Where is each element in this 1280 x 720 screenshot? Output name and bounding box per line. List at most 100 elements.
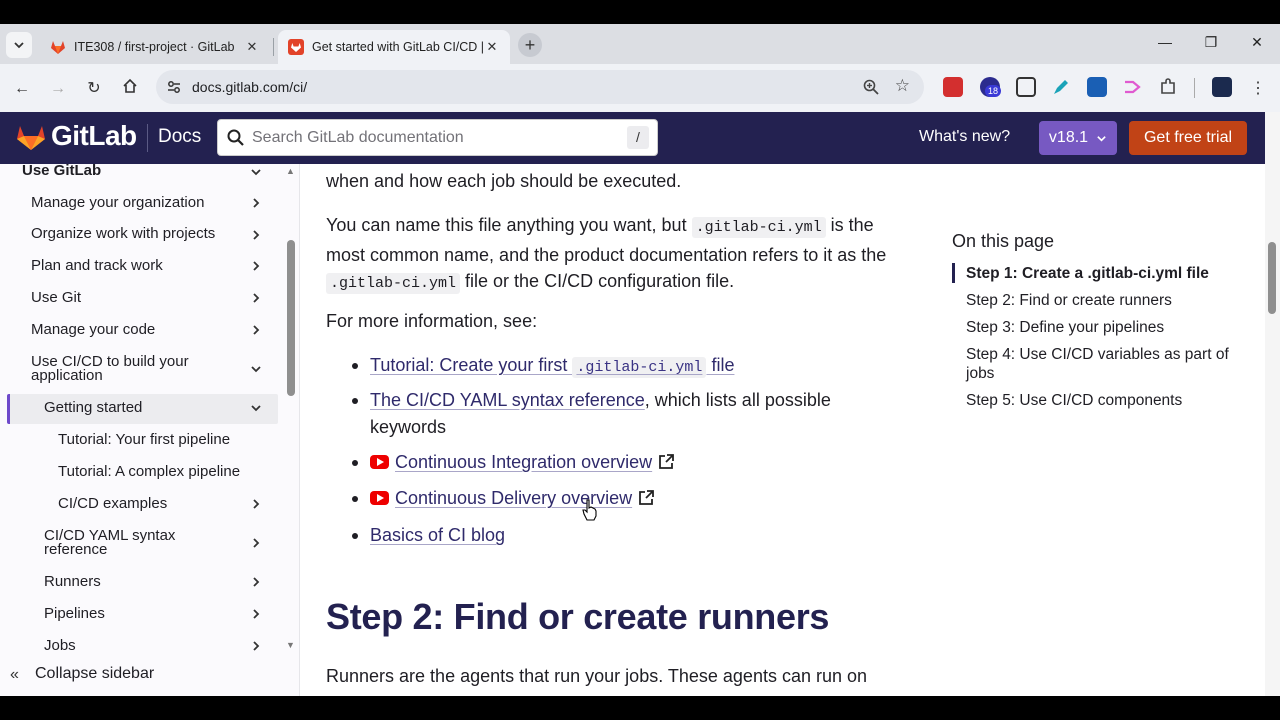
forward-icon[interactable]: → bbox=[47, 78, 69, 100]
version-dropdown[interactable]: v18.1 bbox=[1039, 121, 1117, 155]
chevron-down-icon[interactable] bbox=[250, 402, 262, 414]
puzzle-glyph bbox=[1161, 78, 1175, 94]
docs-home-link[interactable]: Docs bbox=[158, 126, 201, 148]
docs-content: when and how each job should be executed… bbox=[300, 164, 1265, 696]
text: You can name this file anything you want… bbox=[326, 215, 692, 235]
paragraph: when and how each job should be executed… bbox=[326, 171, 682, 191]
chevron-down-icon[interactable] bbox=[250, 166, 262, 178]
close-tab-icon[interactable]: ✕ bbox=[244, 39, 260, 55]
restore-button[interactable]: ❐ bbox=[1196, 34, 1226, 51]
paragraph: You can name this file anything you want… bbox=[326, 212, 926, 298]
close-tab-icon[interactable]: ✕ bbox=[484, 39, 500, 55]
youtube-icon bbox=[370, 455, 389, 469]
list-item: Basics of CI blog bbox=[370, 522, 505, 549]
text: keywords bbox=[370, 416, 447, 437]
sidebar-item-getting-started[interactable]: Getting started bbox=[44, 400, 142, 415]
list-item: The CI/CD YAML syntax reference, which l… bbox=[370, 387, 890, 440]
terminal-extension-icon[interactable] bbox=[1212, 77, 1232, 97]
sidebar-item-plan-track[interactable]: Plan and track work bbox=[31, 258, 163, 273]
extensions-puzzle-icon[interactable] bbox=[1158, 77, 1178, 97]
sidebar-item-cicd-examples[interactable]: CI/CD examples bbox=[58, 496, 167, 511]
whats-new-link[interactable]: What's new? bbox=[919, 128, 1010, 146]
new-tab-button[interactable]: + bbox=[518, 33, 542, 57]
toc-item-step5[interactable]: Step 5: Use CI/CD components bbox=[966, 391, 1236, 410]
sidebar-item-organize-work[interactable]: Organize work with projects bbox=[31, 226, 215, 241]
chevron-right-icon[interactable] bbox=[250, 260, 262, 272]
toc-item-step3[interactable]: Step 3: Define your pipelines bbox=[966, 318, 1236, 337]
list-item: Continuous Integration overview bbox=[370, 449, 675, 476]
sidebar-item-jobs[interactable]: Jobs bbox=[44, 638, 76, 653]
yaml-reference-link[interactable]: The CI/CD YAML syntax reference bbox=[370, 390, 645, 410]
chevron-right-icon[interactable] bbox=[250, 498, 262, 510]
tab-gitlab-project[interactable]: ITE308 / first-project · GitLab ✕ bbox=[40, 30, 274, 64]
reload-icon[interactable]: ↻ bbox=[83, 78, 105, 100]
section-heading: Step 2: Find or create runners bbox=[326, 596, 830, 637]
tab-strip: ITE308 / first-project · GitLab ✕ Get st… bbox=[0, 24, 1280, 64]
site-settings-icon[interactable] bbox=[166, 79, 182, 95]
bookmark-star-icon[interactable]: ☆ bbox=[895, 76, 910, 96]
arrow-extension-icon[interactable] bbox=[1122, 77, 1142, 97]
external-link-icon bbox=[659, 454, 675, 469]
pdf-extension-icon[interactable] bbox=[943, 77, 963, 97]
minimize-button[interactable]: — bbox=[1150, 34, 1180, 50]
sidebar-item-use-gitlab[interactable]: Use GitLab bbox=[22, 164, 101, 178]
tool-extension-icon[interactable] bbox=[1087, 77, 1107, 97]
chevron-right-icon[interactable] bbox=[250, 197, 262, 209]
scroll-up-arrow-icon[interactable]: ▲ bbox=[286, 166, 295, 176]
scroll-down-arrow-icon[interactable]: ▼ bbox=[286, 640, 295, 650]
tab-gitlab-docs[interactable]: Get started with GitLab CI/CD | ✕ bbox=[278, 30, 510, 64]
text: , which lists all possible bbox=[644, 390, 831, 410]
docs-search-box[interactable]: / bbox=[217, 119, 658, 156]
chevron-right-icon[interactable] bbox=[250, 608, 262, 620]
ci-overview-link[interactable]: Continuous Integration overview bbox=[395, 452, 652, 472]
toc-title: On this page bbox=[952, 231, 1055, 251]
tutorial-link[interactable]: Tutorial: Create your first .gitlab-ci.y… bbox=[370, 355, 734, 378]
chevron-right-icon[interactable] bbox=[250, 640, 262, 652]
sidebar-item-yaml-reference[interactable]: CI/CD YAML syntax reference bbox=[44, 528, 175, 557]
double-chevron-left-icon: « bbox=[10, 666, 19, 683]
extension-badge: 18 bbox=[985, 85, 1002, 97]
chevron-right-icon[interactable] bbox=[250, 537, 262, 549]
kebab-menu-icon[interactable]: ⋮ bbox=[1247, 78, 1269, 100]
sidebar-item-pipelines[interactable]: Pipelines bbox=[44, 606, 105, 621]
screen-extension-icon[interactable] bbox=[1016, 77, 1036, 97]
tab-search-button[interactable] bbox=[6, 32, 32, 58]
sidebar-item-manage-code[interactable]: Manage your code bbox=[31, 322, 155, 337]
chevron-down-icon[interactable] bbox=[250, 363, 262, 375]
chevron-down-icon bbox=[14, 42, 24, 49]
highlighter-extension-icon[interactable] bbox=[1051, 77, 1071, 97]
page-scrollbar[interactable] bbox=[1265, 112, 1280, 696]
sidebar-item-label: application bbox=[31, 367, 103, 384]
collapse-sidebar-button[interactable]: « Collapse sidebar bbox=[0, 652, 299, 696]
gitlab-tanuki-logo-icon[interactable] bbox=[16, 123, 46, 151]
sidebar-scrollbar-thumb[interactable] bbox=[287, 240, 295, 396]
address-bar[interactable]: docs.gitlab.com/ci/ ☆ bbox=[156, 70, 924, 104]
back-icon[interactable]: ← bbox=[11, 78, 33, 100]
sidebar-item-use-cicd[interactable]: Use CI/CD to build your application bbox=[31, 354, 189, 384]
ci-blog-link[interactable]: Basics of CI blog bbox=[370, 525, 505, 545]
sidebar-item-runners[interactable]: Runners bbox=[44, 574, 101, 589]
sidebar-item-manage-organization[interactable]: Manage your organization bbox=[31, 195, 204, 210]
free-trial-button[interactable]: Get free trial bbox=[1129, 121, 1247, 155]
toc-item-step4[interactable]: Step 4: Use CI/CD variables as part of j… bbox=[966, 345, 1236, 383]
sidebar-item-tutorial-complex-pipeline[interactable]: Tutorial: A complex pipeline bbox=[58, 464, 240, 479]
inline-code: .gitlab-ci.yml bbox=[691, 217, 826, 238]
toc-item-step2[interactable]: Step 2: Find or create runners bbox=[966, 291, 1236, 310]
home-icon[interactable] bbox=[119, 78, 141, 100]
inline-code: .gitlab-ci.yml bbox=[326, 273, 461, 294]
url-text: docs.gitlab.com/ci/ bbox=[192, 79, 308, 95]
toc-item-step1[interactable]: Step 1: Create a .gitlab-ci.yml file bbox=[966, 264, 1236, 283]
chevron-right-icon[interactable] bbox=[250, 324, 262, 336]
gitlab-wordmark[interactable]: GitLab bbox=[51, 120, 137, 152]
chevron-right-icon[interactable] bbox=[250, 229, 262, 241]
close-window-button[interactable]: ✕ bbox=[1242, 34, 1272, 51]
sidebar-item-use-git[interactable]: Use Git bbox=[31, 290, 81, 305]
chevron-right-icon[interactable] bbox=[250, 576, 262, 588]
chevron-right-icon[interactable] bbox=[250, 292, 262, 304]
link-text: Tutorial: Create your first bbox=[370, 355, 573, 375]
zoom-icon[interactable] bbox=[862, 78, 880, 96]
search-input[interactable] bbox=[252, 126, 622, 150]
page-scrollbar-thumb[interactable] bbox=[1268, 242, 1276, 314]
sidebar-item-tutorial-first-pipeline[interactable]: Tutorial: Your first pipeline bbox=[58, 432, 230, 447]
list-bullet bbox=[352, 460, 358, 466]
